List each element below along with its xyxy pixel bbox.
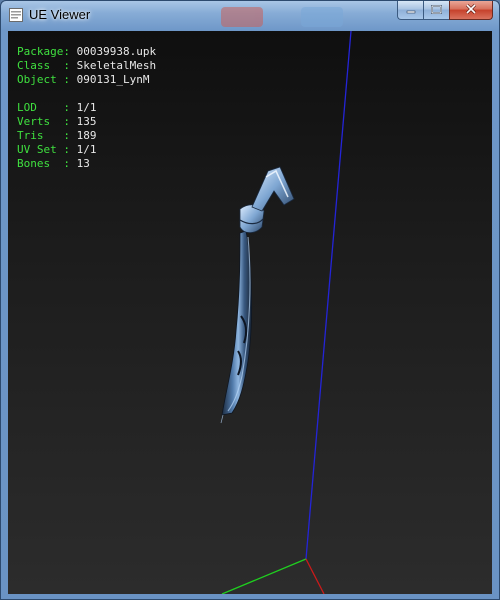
- info-value-lod: 1/1: [76, 101, 97, 114]
- info-value-bones: 13: [76, 157, 90, 170]
- info-sep-verts: :: [63, 115, 77, 128]
- z-axis-line: [305, 31, 352, 560]
- title-bar[interactable]: UE Viewer: [1, 1, 499, 31]
- info-sep-bones: :: [63, 157, 77, 170]
- mesh-tip-spike: [220, 414, 224, 424]
- info-value-object: 090131_LynM: [76, 73, 150, 86]
- info-sep-object: :: [63, 73, 77, 86]
- info-sep-class: :: [63, 59, 77, 72]
- info-label-package: Package: [17, 45, 64, 58]
- info-value-tris: 189: [76, 129, 97, 142]
- mesh-info-panel: Package: 00039938.upk Class : SkeletalMe…: [17, 45, 156, 171]
- info-label-bones: Bones: [17, 157, 64, 170]
- titlebar-background-blur: [201, 3, 391, 29]
- info-row-object: Object : 090131_LynM: [17, 73, 156, 87]
- info-value-verts: 135: [76, 115, 97, 128]
- info-value-class: SkeletalMesh: [76, 59, 157, 72]
- info-row-bones: Bones : 13: [17, 157, 156, 171]
- info-label-class: Class: [17, 59, 64, 72]
- y-axis-line: [221, 558, 307, 594]
- maximize-icon: [431, 1, 442, 19]
- info-row-uvset: UV Set : 1/1: [17, 143, 156, 157]
- window-controls: [397, 1, 493, 20]
- info-label-uvset: UV Set: [17, 143, 64, 156]
- info-label-object: Object: [17, 73, 64, 86]
- window-title: UE Viewer: [29, 7, 91, 22]
- close-icon: [465, 1, 477, 19]
- info-sep-lod: :: [63, 101, 77, 114]
- mesh-blade: [221, 230, 253, 416]
- minimize-icon: [406, 1, 416, 19]
- info-label-lod: LOD: [17, 101, 64, 114]
- info-row-lod: LOD : 1/1: [17, 101, 156, 115]
- minimize-button[interactable]: [397, 1, 423, 20]
- 3d-viewport[interactable]: Package: 00039938.upk Class : SkeletalMe…: [8, 31, 492, 594]
- info-row-package: Package: 00039938.upk: [17, 45, 156, 59]
- info-value-package: 00039938.upk: [76, 45, 157, 58]
- info-row-class: Class : SkeletalMesh: [17, 59, 156, 73]
- app-icon: [9, 8, 23, 22]
- maximize-button[interactable]: [423, 1, 449, 20]
- info-row-tris: Tris : 189: [17, 129, 156, 143]
- info-label-tris: Tris: [17, 129, 64, 142]
- ue-viewer-window: UE Viewer Package: 00039938.upk Class: …: [0, 0, 500, 600]
- info-sep-tris: :: [63, 129, 77, 142]
- skeletal-mesh-model: [220, 166, 295, 424]
- x-axis-line: [305, 558, 325, 594]
- close-button[interactable]: [449, 1, 493, 20]
- info-sep-uvset: :: [63, 143, 77, 156]
- info-row-verts: Verts : 135: [17, 115, 156, 129]
- info-sep-package: :: [63, 45, 77, 58]
- info-label-verts: Verts: [17, 115, 64, 128]
- info-value-uvset: 1/1: [76, 143, 97, 156]
